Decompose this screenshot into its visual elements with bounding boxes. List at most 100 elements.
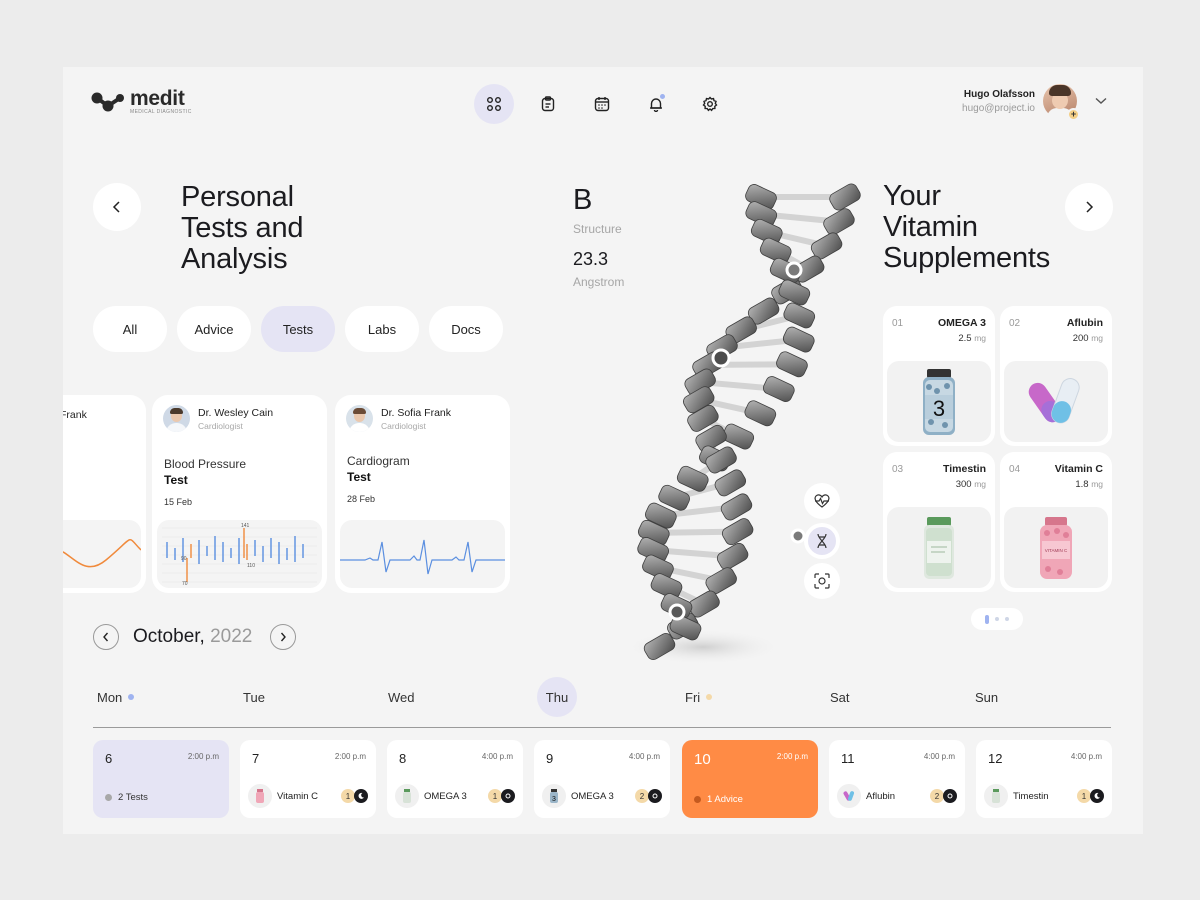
view-toggle bbox=[804, 483, 840, 599]
month-prev-button[interactable] bbox=[93, 624, 119, 650]
weekday-tue[interactable]: Tue bbox=[243, 677, 265, 717]
user-name: Hugo Olafsson bbox=[963, 88, 1035, 100]
heart-pulse-icon bbox=[814, 494, 830, 508]
test-date: 15 Feb bbox=[164, 497, 193, 507]
vitamin-number: 01 bbox=[892, 318, 904, 329]
dna-segment bbox=[744, 400, 777, 427]
blood-pressure-chart: 141 90 110 70 bbox=[157, 520, 322, 588]
filter-docs[interactable]: Docs bbox=[429, 306, 503, 352]
vitamin-dose: 200 mg bbox=[1072, 333, 1103, 344]
user-avatar[interactable]: + bbox=[1043, 84, 1080, 121]
day-time: 4:00 p.m bbox=[1070, 752, 1102, 761]
doctor-role: Cardiologist bbox=[198, 420, 243, 431]
brand-logo[interactable]: medit MEDICAL DIAGNOSTIC bbox=[91, 87, 192, 115]
calendar-divider bbox=[93, 727, 1111, 728]
vitamin-dose: 300 mg bbox=[955, 479, 986, 490]
day-tag: 2 Tests bbox=[105, 792, 148, 803]
day-card-11[interactable]: 11 4:00 p.m Aflubin 2 bbox=[829, 740, 965, 818]
dna-icon bbox=[817, 533, 827, 549]
nav-tests[interactable] bbox=[528, 84, 568, 124]
omega3-thumb: 3 bbox=[542, 784, 566, 808]
vitamin-number: 04 bbox=[1009, 464, 1021, 475]
vitamin-card-vitamin-c[interactable]: 04 Vitamin C 1.8 mg VITAMIN C bbox=[1000, 452, 1112, 592]
dose-count: 2 bbox=[635, 789, 649, 803]
dose-count: 1 bbox=[341, 789, 355, 803]
user-email: hugo@project.io bbox=[962, 102, 1035, 114]
user-menu[interactable]: Hugo Olafsson hugo@project.io + bbox=[962, 84, 1107, 121]
dna-segment bbox=[829, 183, 861, 211]
day-number: 6 bbox=[105, 751, 113, 766]
pager-dot[interactable] bbox=[1005, 617, 1009, 621]
chevron-down-icon[interactable] bbox=[1095, 97, 1107, 105]
weekday-sat[interactable]: Sat bbox=[830, 677, 850, 717]
pager-dot[interactable] bbox=[995, 617, 999, 621]
vitamin-card-timestin[interactable]: 03 Timestin 300 mg bbox=[883, 452, 995, 592]
weekday-mon[interactable]: Mon bbox=[97, 677, 135, 717]
pressure-value-label: 141 bbox=[241, 523, 250, 529]
test-card-blood-pressure[interactable]: Dr. Wesley Cain Cardiologist Blood Press… bbox=[152, 395, 327, 593]
vitamin-name: OMEGA 3 bbox=[937, 317, 986, 329]
dna-button[interactable] bbox=[804, 523, 840, 559]
dna-segment bbox=[782, 326, 815, 353]
omega3-bottle-image: 3 bbox=[887, 361, 991, 442]
day-card-7[interactable]: 7 2:00 p.m Vitamin C 1 bbox=[240, 740, 376, 818]
brand-tagline: MEDICAL DIAGNOSTIC bbox=[130, 109, 192, 115]
scan-button[interactable] bbox=[804, 563, 840, 599]
weekday-fri[interactable]: Fri bbox=[685, 677, 713, 717]
nav-notifications[interactable] bbox=[636, 84, 676, 124]
filter-all[interactable]: All bbox=[93, 306, 167, 352]
test-card-cardiogram[interactable]: Dr. Sofia Frank Cardiologist Cardiogram … bbox=[335, 395, 510, 593]
filter-labs[interactable]: Labs bbox=[345, 306, 419, 352]
heart-rate-button[interactable] bbox=[804, 483, 840, 519]
cardiogram-chart bbox=[340, 520, 505, 588]
pager-dot-active[interactable] bbox=[985, 614, 989, 624]
vitamin-card-omega3[interactable]: 01 OMEGA 3 2.5 mg 3 bbox=[883, 306, 995, 446]
weekday-wed[interactable]: Wed bbox=[388, 677, 415, 717]
day-card-12[interactable]: 12 4:00 p.m Timestin 1 bbox=[976, 740, 1112, 818]
brand-name: medit bbox=[130, 87, 185, 110]
day-card-9[interactable]: 9 4:00 p.m 3 OMEGA 3 2 bbox=[534, 740, 670, 818]
doctor-avatar bbox=[346, 405, 373, 432]
day-time: 4:00 p.m bbox=[923, 752, 955, 761]
day-time: 4:00 p.m bbox=[481, 752, 513, 761]
filter-tests[interactable]: Tests bbox=[261, 306, 335, 352]
vitamin-pager[interactable] bbox=[971, 608, 1023, 630]
nav-calendar[interactable] bbox=[582, 84, 622, 124]
wave-chart bbox=[63, 520, 141, 588]
avatar-add-badge[interactable]: + bbox=[1067, 108, 1080, 121]
day-number: 9 bbox=[546, 751, 554, 766]
timestin-thumb bbox=[984, 784, 1008, 808]
vitamin-name: Aflubin bbox=[1066, 317, 1103, 329]
month-next-button[interactable] bbox=[270, 624, 297, 650]
nav-settings[interactable] bbox=[690, 84, 730, 124]
capsules-image bbox=[1004, 361, 1108, 442]
vitamin-card-aflubin[interactable]: 02 Aflubin 200 mg bbox=[1000, 306, 1112, 446]
day-card-6[interactable]: 6 2:00 p.m 2 Tests bbox=[93, 740, 229, 818]
day-card-8[interactable]: 8 4:00 p.m OMEGA 3 1 bbox=[387, 740, 523, 818]
tag-dot-icon bbox=[694, 796, 701, 803]
filter-advice[interactable]: Advice bbox=[177, 306, 251, 352]
day-number: 7 bbox=[252, 751, 260, 766]
moon-icon bbox=[354, 789, 368, 803]
svg-text:VITAMIN C: VITAMIN C bbox=[1045, 548, 1068, 553]
omega3-thumb bbox=[395, 784, 419, 808]
pressure-value-label: 110 bbox=[247, 563, 255, 569]
day-card-10[interactable]: 10 2:00 p.m 1 Advice bbox=[682, 740, 818, 818]
pressure-value-label: 70 bbox=[182, 581, 188, 587]
calendar-header: October, 2022 bbox=[93, 624, 297, 650]
tests-prev-button[interactable] bbox=[93, 183, 141, 231]
supplement-name: OMEGA 3 bbox=[571, 790, 614, 802]
doctor-name: Frank bbox=[63, 409, 87, 421]
weekday-sun[interactable]: Sun bbox=[975, 677, 998, 717]
day-time: 4:00 p.m bbox=[628, 752, 660, 761]
day-number: 11 bbox=[841, 751, 855, 766]
day-time: 2:00 p.m bbox=[776, 752, 808, 761]
vitamin-dose: 2.5 mg bbox=[958, 333, 986, 344]
sun-icon bbox=[501, 789, 515, 803]
chevron-right-icon bbox=[1086, 201, 1094, 213]
test-card-partial[interactable]: Frank bbox=[63, 395, 146, 593]
nav-dashboard[interactable] bbox=[474, 84, 514, 124]
vitamins-next-button[interactable] bbox=[1065, 183, 1113, 231]
weekday-thu[interactable]: Thu bbox=[537, 677, 577, 717]
test-title: Blood Pressure bbox=[164, 457, 247, 471]
